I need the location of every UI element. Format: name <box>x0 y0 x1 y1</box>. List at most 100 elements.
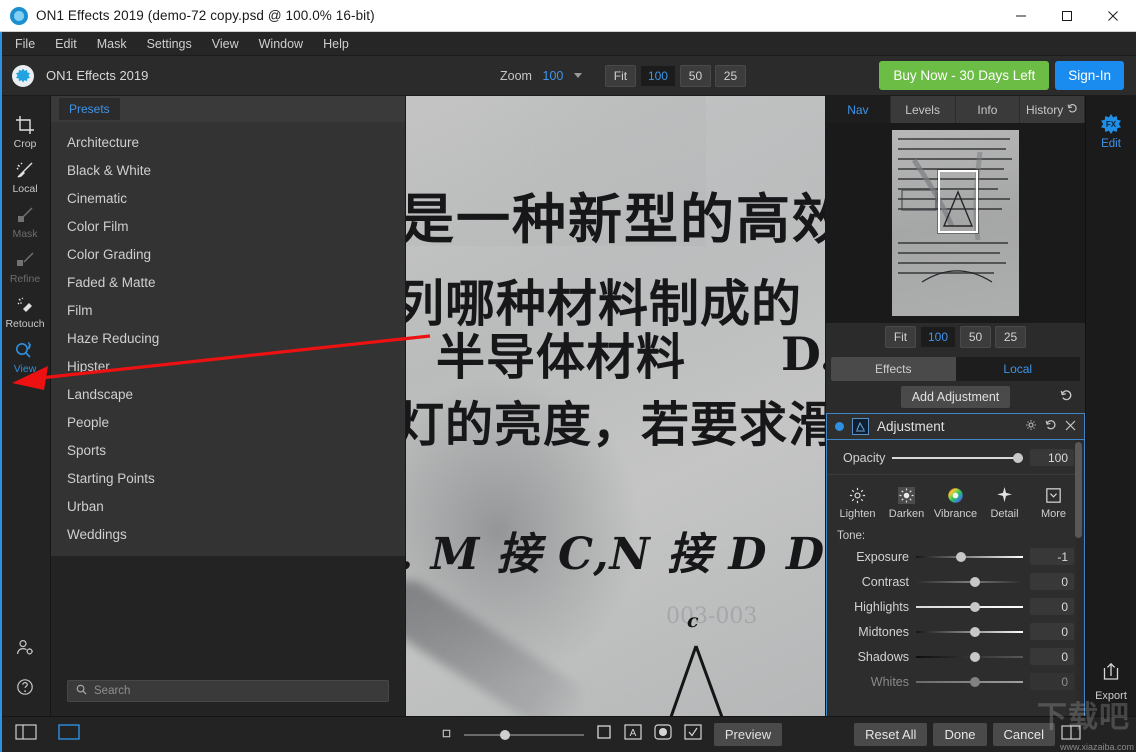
large-thumbnail-icon[interactable] <box>596 724 612 745</box>
menu-view[interactable]: View <box>203 34 248 54</box>
text-overlay-icon[interactable]: A <box>624 724 642 745</box>
slider-contrast-value[interactable]: 0 <box>1030 573 1074 590</box>
tool-crop[interactable]: Crop <box>0 108 51 153</box>
slider-whites-handle[interactable] <box>969 676 980 687</box>
gear-icon[interactable] <box>1025 419 1037 434</box>
adjustment-scrollbar-thumb[interactable] <box>1075 442 1082 538</box>
menu-edit[interactable]: Edit <box>46 34 86 54</box>
slider-exposure-value[interactable]: -1 <box>1030 548 1074 565</box>
sign-in-button[interactable]: Sign-In <box>1055 61 1124 90</box>
checkmark-icon[interactable] <box>684 724 702 745</box>
quick-tool-darken[interactable]: Darken <box>884 483 929 520</box>
preset-color-film[interactable]: Color Film <box>51 212 405 240</box>
navigator-preview[interactable] <box>826 123 1085 323</box>
slider-whites-track[interactable] <box>916 676 1023 687</box>
nav-zoom-50[interactable]: 50 <box>960 326 992 348</box>
opacity-slider-handle[interactable] <box>1013 452 1023 463</box>
slider-shadows-track[interactable] <box>916 651 1023 662</box>
slider-exposure-handle[interactable] <box>955 551 966 562</box>
add-adjustment-button[interactable]: Add Adjustment <box>900 386 1011 408</box>
preview-button[interactable]: Preview <box>713 723 783 746</box>
image-canvas[interactable]: 003-003 是一种新型的高效节 列哪种材料制成的 半导体材料 D. 灯的亮度… <box>406 96 825 716</box>
preset-people[interactable]: People <box>51 408 405 436</box>
slider-highlights-handle[interactable] <box>969 601 980 612</box>
zoom-preset-100[interactable]: 100 <box>639 64 676 87</box>
tool-retouch[interactable]: Retouch <box>0 288 51 333</box>
slider-shadows-handle[interactable] <box>969 651 980 662</box>
preset-sports[interactable]: Sports <box>51 436 405 464</box>
quick-tool-vibrance[interactable]: Vibrance <box>933 483 978 520</box>
tool-view-zoom[interactable]: View <box>0 333 51 378</box>
reset-all-button[interactable]: Reset All <box>854 723 928 746</box>
slider-exposure-track[interactable] <box>916 551 1023 562</box>
opacity-value[interactable]: 100 <box>1030 449 1074 466</box>
tab-history[interactable]: History <box>1020 96 1085 123</box>
opacity-slider[interactable] <box>892 452 1023 463</box>
preset-film[interactable]: Film <box>51 296 405 324</box>
zoom-preset-50[interactable]: 50 <box>679 64 711 87</box>
visibility-dot-icon[interactable] <box>835 422 844 431</box>
soft-proof-icon[interactable] <box>654 724 672 745</box>
slider-midtones-handle[interactable] <box>969 626 980 637</box>
slider-highlights-value[interactable]: 0 <box>1030 598 1074 615</box>
slider-whites-value[interactable]: 0 <box>1030 673 1074 690</box>
close-icon[interactable] <box>1065 420 1076 434</box>
tab-effects[interactable]: Effects <box>831 357 956 381</box>
preset-landscape[interactable]: Landscape <box>51 380 405 408</box>
navigator-viewport-indicator[interactable] <box>938 170 978 233</box>
zoom-preset-25[interactable]: 25 <box>714 64 746 87</box>
slider-highlights-track[interactable] <box>916 601 1023 612</box>
search-box[interactable] <box>67 680 389 702</box>
preset-color-grading[interactable]: Color Grading <box>51 240 405 268</box>
menu-window[interactable]: Window <box>250 34 312 54</box>
menu-help[interactable]: Help <box>314 34 358 54</box>
minimize-button[interactable] <box>998 0 1044 32</box>
tab-levels[interactable]: Levels <box>890 96 956 123</box>
tab-nav[interactable]: Nav <box>826 96 891 123</box>
menu-mask[interactable]: Mask <box>88 34 136 54</box>
slider-midtones-value[interactable]: 0 <box>1030 623 1074 640</box>
slider-contrast-track[interactable] <box>916 576 1023 587</box>
slider-shadows-value[interactable]: 0 <box>1030 648 1074 665</box>
menu-file[interactable]: File <box>6 34 44 54</box>
preset-cinematic[interactable]: Cinematic <box>51 184 405 212</box>
preset-hipster[interactable]: Hipster <box>51 352 405 380</box>
adjustment-layer-row[interactable]: Adjustment <box>826 413 1085 440</box>
user-settings-icon[interactable] <box>15 638 35 663</box>
quick-tool-more[interactable]: More <box>1031 483 1076 520</box>
thumbnail-size-slider[interactable] <box>463 729 584 740</box>
toggle-left-panel-button[interactable] <box>0 724 51 745</box>
nav-zoom-25[interactable]: 25 <box>995 326 1027 348</box>
slider-contrast-handle[interactable] <box>969 576 980 587</box>
toggle-right-panel-button[interactable] <box>51 724 87 745</box>
preset-urban[interactable]: Urban <box>51 492 405 520</box>
preset-black-and-white[interactable]: Black & White <box>51 156 405 184</box>
help-icon[interactable] <box>15 677 35 702</box>
quick-tool-detail[interactable]: Detail <box>982 483 1027 520</box>
quick-tool-lighten[interactable]: Lighten <box>835 483 880 520</box>
reset-undo-icon[interactable] <box>1060 389 1073 405</box>
adjustment-scrollbar[interactable] <box>1075 440 1083 716</box>
maximize-button[interactable] <box>1044 0 1090 32</box>
chevron-down-icon[interactable] <box>573 73 582 78</box>
undo-icon[interactable] <box>1045 419 1057 434</box>
zoom-value[interactable]: 100 <box>541 69 565 83</box>
close-button[interactable] <box>1090 0 1136 32</box>
tool-mask[interactable]: Mask <box>0 198 51 243</box>
preset-architecture[interactable]: Architecture <box>51 128 405 156</box>
zoom-preset-fit[interactable]: Fit <box>604 64 636 87</box>
preset-starting-points[interactable]: Starting Points <box>51 464 405 492</box>
module-edit[interactable]: FX Edit <box>1101 114 1121 150</box>
nav-zoom-100[interactable]: 100 <box>919 326 957 348</box>
tab-info[interactable]: Info <box>955 96 1021 123</box>
nav-zoom-fit[interactable]: Fit <box>884 326 916 348</box>
preset-faded-and-matte[interactable]: Faded & Matte <box>51 268 405 296</box>
tool-refine[interactable]: Refine <box>0 243 51 288</box>
buy-now-button[interactable]: Buy Now - 30 Days Left <box>879 61 1050 90</box>
preset-weddings[interactable]: Weddings <box>51 520 405 548</box>
search-input[interactable] <box>94 685 380 697</box>
tab-local[interactable]: Local <box>955 357 1080 381</box>
preset-haze-reducing[interactable]: Haze Reducing <box>51 324 405 352</box>
slider-midtones-track[interactable] <box>916 626 1023 637</box>
small-thumbnail-icon[interactable] <box>441 726 452 744</box>
